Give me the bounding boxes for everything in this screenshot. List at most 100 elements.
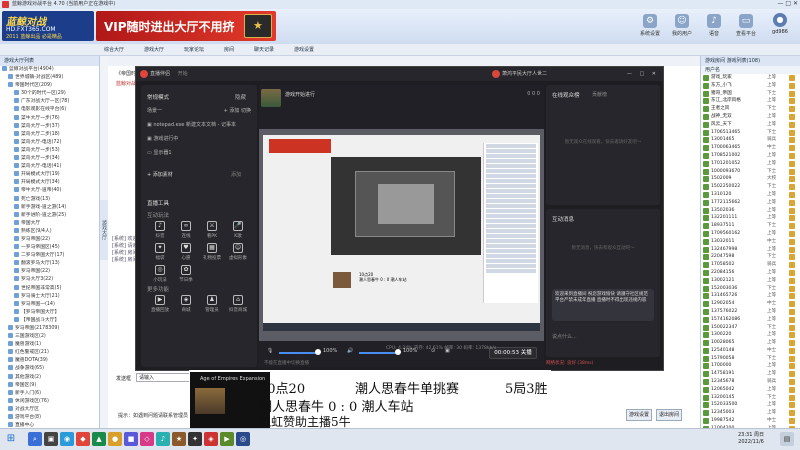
user-list-tabs[interactable]: 游戏房间 游戏列表(108) (701, 56, 800, 66)
tool-button[interactable]: ▶ 直播回放 (147, 295, 173, 317)
taskbar-app-icon[interactable]: ▲ (92, 432, 106, 446)
tab-game-settings[interactable]: 游戏设置 (290, 45, 318, 55)
room-tree-item[interactable]: 魔兽DOTA(39) (2, 357, 99, 365)
start-button[interactable]: ⊞ (4, 432, 18, 446)
taskbar-app-icon[interactable]: ■ (124, 432, 138, 446)
user-list-item[interactable]: 132467998 上等 (701, 246, 800, 254)
user-list-item[interactable]: 1700000 上等 (701, 362, 800, 370)
room-tree-item[interactable]: 新手入门(6) (2, 389, 99, 398)
room-tree-item[interactable]: 新手游戏-道之游(14) (2, 203, 99, 212)
mic-volume-slider[interactable] (279, 352, 319, 354)
room-tree-item[interactable]: 罗马帝国(2178309) (2, 325, 99, 333)
header-action-voice[interactable]: ♪ 语音 (700, 14, 728, 37)
taskbar-app-icon[interactable]: ♪ (156, 432, 170, 446)
taskbar-app-icon[interactable]: ◎ (236, 432, 250, 446)
exit-room-button[interactable]: 退出房间 (656, 409, 682, 421)
user-list-item[interactable]: 12345003 上等 (701, 409, 800, 417)
live-preview[interactable]: 10点20 潮人思春牛 0 : 0 潮人车站 (259, 129, 544, 341)
user-list-item[interactable]: 10028065 上等 (701, 339, 800, 347)
room-tree-item[interactable]: 30个的时代一区(29) (2, 90, 99, 98)
user-list-item[interactable]: 1300220 上等 (701, 331, 800, 339)
room-tree-item[interactable]: 帝国大厅 (2, 219, 99, 228)
user-list-item[interactable]: 战神_无双 上等 (701, 113, 800, 121)
taskbar-clock[interactable]: 23:31 周日 2022/11/6 (738, 432, 764, 446)
header-action-platform[interactable]: ▭ 查看平台 (732, 14, 760, 37)
room-tree-item[interactable]: 其他游戏(2) (2, 373, 99, 382)
streamer-profile[interactable]: 萧鸿平民大厅人世二 (492, 67, 547, 81)
live-timer-button[interactable]: 00:00:53 关播 (489, 347, 537, 359)
room-tree-item[interactable]: 新手进阶-道之游(25) (2, 211, 99, 220)
user-list-item[interactable]: 东江_北岸风格 上等 (701, 97, 800, 105)
taskbar-app-icon[interactable]: ⌕ (28, 432, 42, 446)
user-list-item[interactable]: 1700063465 中士 (701, 144, 800, 152)
user-list-item[interactable]: 1502250022 下士 (701, 183, 800, 191)
tool-button[interactable]: ✦ 福袋 (147, 243, 173, 265)
tab-room[interactable]: 房间 (220, 45, 238, 55)
user-list-item[interactable]: 1574162086 上等 (701, 316, 800, 324)
user-list-item[interactable]: 13502036 上等 (701, 207, 800, 215)
taskbar-app-icon[interactable]: ★ (172, 432, 186, 446)
tool-button[interactable]: ☺ 虚拟形象 (225, 243, 251, 265)
room-tree-item[interactable]: 开局模式大厅(19) (2, 171, 99, 179)
room-tree-item[interactable]: 翻滚罗马大厅(13) (2, 260, 99, 268)
user-list-item[interactable]: 1772115662 上等 (701, 199, 800, 207)
room-tree-item[interactable]: 罗马帝国一(14) (2, 300, 99, 309)
room-tree-item[interactable]: 菜鸟大厅-电话(41) (2, 163, 99, 171)
room-tree-item[interactable]: 蓝鲸对战平台(4904) (2, 66, 99, 74)
user-list-item[interactable]: 152033500 上等 (701, 401, 800, 409)
room-tree-item[interactable]: 红色警戒区(21) (2, 349, 99, 357)
taskbar-app-icon[interactable]: ◆ (76, 432, 90, 446)
tool-button[interactable]: ♥ 心愿 (173, 243, 199, 265)
vip-banner[interactable]: VIP随时进出大厅不用挤 ★ (96, 11, 276, 41)
user-list-item[interactable]: 1709560162 上等 (701, 230, 800, 238)
source-item-display[interactable]: ▭ 显示器1 (147, 149, 251, 156)
mic-icon[interactable]: 🎙 (267, 348, 273, 354)
source-item-game[interactable]: ▣ 游戏进行中 (147, 135, 251, 142)
user-list-item[interactable]: 12345678 骑兵 (701, 378, 800, 386)
notification-icon[interactable]: ▤ (780, 432, 794, 446)
user-list-item[interactable]: 13001465 骑兵 (701, 136, 800, 144)
room-tree-item[interactable]: 电影观影在线平台(6) (2, 106, 99, 114)
room-tree-item[interactable]: 二罗马帝国大厅(17) (2, 252, 99, 260)
room-tree-item[interactable]: 一罗马帝国区(45) (2, 244, 99, 252)
room-tree-item[interactable]: 魔兽游戏(1) (2, 341, 99, 349)
user-list-item[interactable]: 22047598 下士 (701, 253, 800, 261)
tool-button[interactable]: ♟ 管理员 (199, 295, 225, 317)
user-list-item[interactable]: 王者之风 下士 (701, 105, 800, 113)
room-tree-item[interactable]: 对战大厅区 (2, 405, 99, 414)
taskbar-app-icon[interactable]: ◇ (140, 432, 154, 446)
user-list-item[interactable]: 1708521002 上等 (701, 152, 800, 160)
room-tree-item[interactable]: 罗马帝国(22) (2, 268, 99, 276)
game-settings-button[interactable]: 游戏设置 (626, 409, 652, 421)
room-tree-item[interactable]: 【帝国战斗大厅】 (2, 316, 99, 325)
tab-game-hall[interactable]: 游戏大厅 (140, 45, 168, 55)
user-list-item[interactable]: 17058502 骑兵 (701, 261, 800, 269)
taskbar-app-icon[interactable]: ▶ (220, 432, 234, 446)
tool-button[interactable]: ⚔ 看PK (199, 221, 225, 243)
streaming-window-controls[interactable]: — □ ✕ (627, 67, 659, 81)
room-tree-item[interactable]: 菜鸟大厅一步(34) (2, 155, 99, 163)
room-tree-item[interactable]: 罗马帝国(22) (2, 235, 99, 244)
room-tree-item[interactable]: 广东对战大厅一区(78) (2, 98, 99, 106)
room-tree-item[interactable]: 开局模式大厅(34) (2, 179, 99, 187)
room-tree-item[interactable]: 罗马骑士大厅(21) (2, 292, 99, 301)
user-list-item[interactable]: 东方_小飞 上等 (701, 82, 800, 90)
user-list-item[interactable]: 12065042 上等 (701, 386, 800, 394)
tab-chat-log[interactable]: 聊天记录 (250, 45, 278, 55)
user-list-item[interactable]: 13200145 下士 (701, 394, 800, 402)
tool-button[interactable]: ◈ 商城 (173, 295, 199, 317)
host-window-controls[interactable]: — □ ✕ (777, 0, 798, 7)
tool-button[interactable]: ◎ 小玩法 (147, 265, 173, 287)
room-tree-item[interactable]: 菜鸟大厅一步(37) (2, 122, 99, 131)
room-tree-item[interactable]: 帝国区(9) (2, 381, 99, 390)
taskbar-app-icon[interactable]: ▣ (44, 432, 58, 446)
user-list-item[interactable]: 1310120 上等 (701, 191, 800, 199)
room-tree-item[interactable]: 菜鸟大厅-电话(72) (2, 138, 99, 147)
user-list-item[interactable]: 1701201052 上等 (701, 160, 800, 168)
room-tree-item[interactable]: 菜鸟大厅一步(53) (2, 146, 99, 155)
user-list-item[interactable]: 132201111 上等 (701, 214, 800, 222)
contribution-tab[interactable]: 贡献榜 (592, 91, 607, 98)
tool-button[interactable]: ▦ 礼物投票 (199, 243, 225, 265)
hide-toggle[interactable]: 隐藏 (235, 93, 246, 101)
room-tree-item[interactable]: 【罗马帝国大厅】 (2, 308, 99, 317)
